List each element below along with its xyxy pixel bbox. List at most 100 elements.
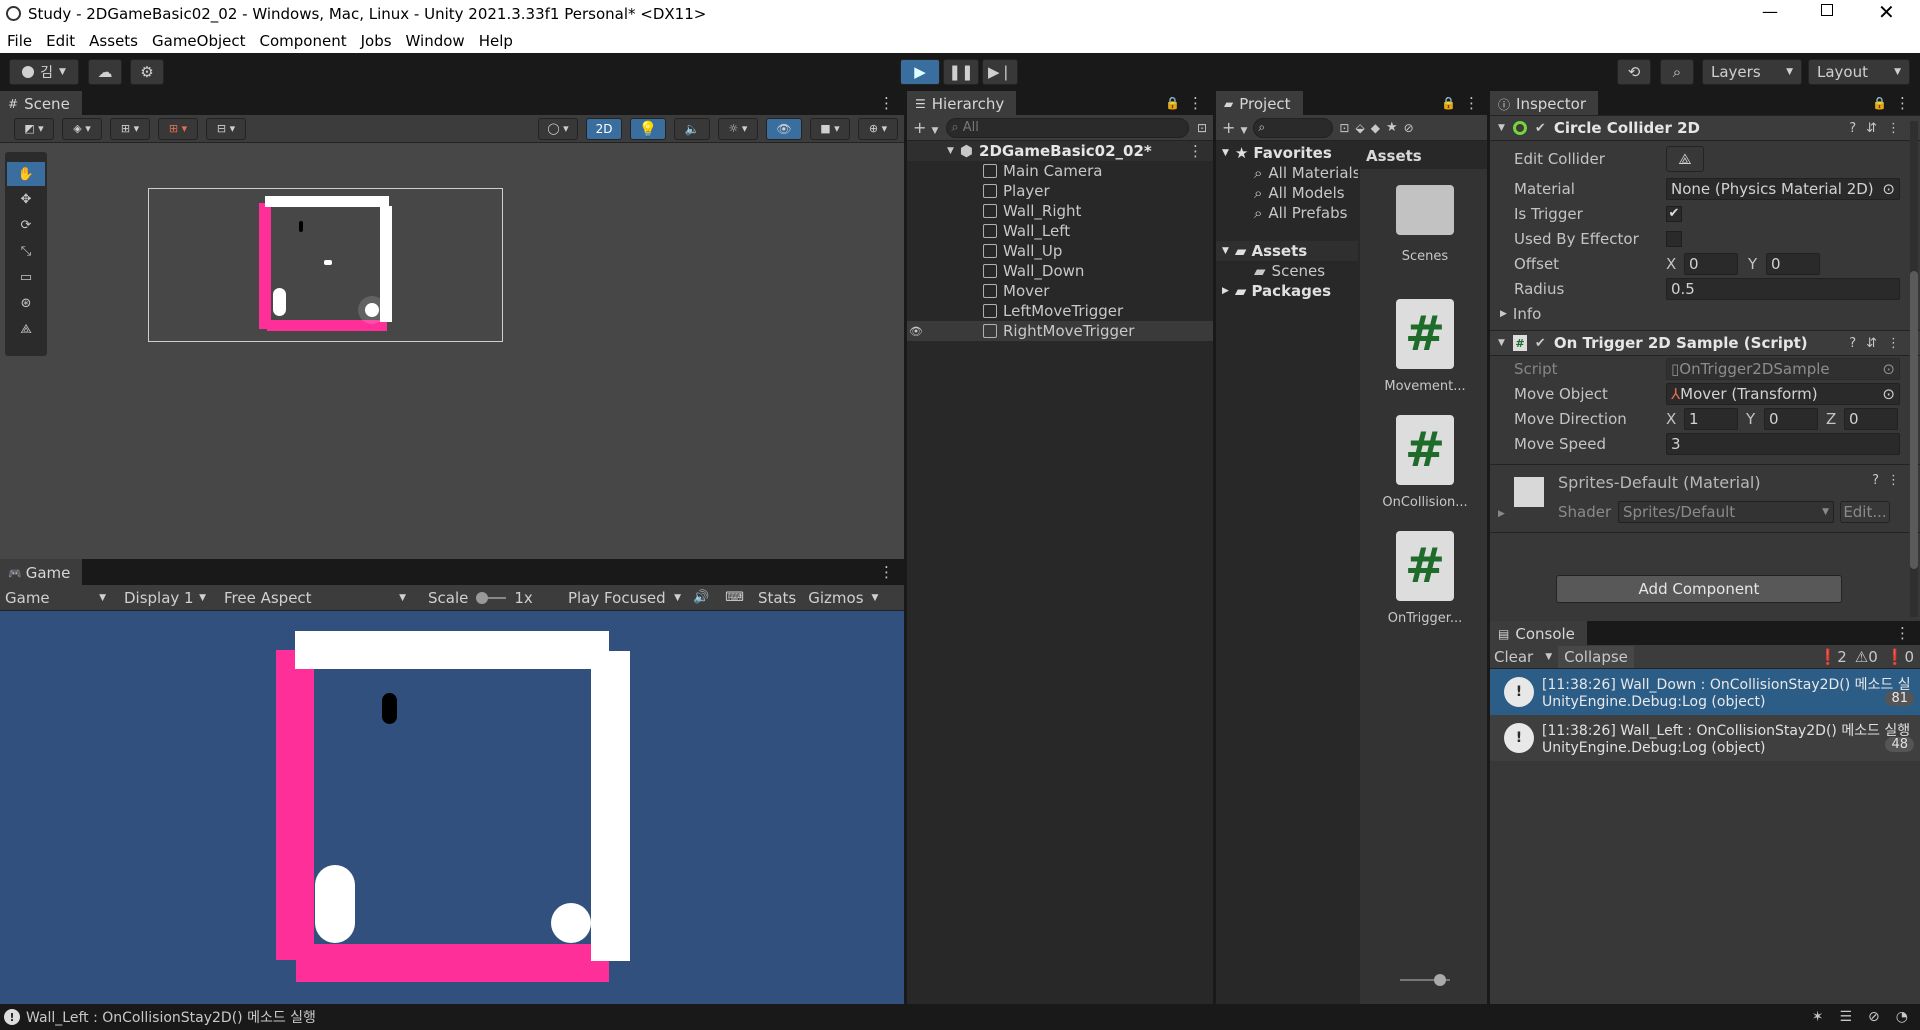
hand-tool-icon[interactable]: ✋ [7, 162, 45, 186]
camera-button[interactable]: ■ ▾ [810, 117, 850, 140]
icon-size-slider[interactable] [1400, 974, 1450, 986]
effects-button[interactable]: ☼ ▾ [718, 117, 758, 140]
tab-scene[interactable]: # Scene [0, 91, 82, 115]
scene-player[interactable] [273, 288, 286, 316]
align-button[interactable]: ⊟ ▾ [206, 117, 246, 140]
error-filter-toggle[interactable]: ❗0 [1886, 648, 1914, 666]
direction-y-field[interactable]: 0 [1764, 407, 1818, 430]
hidden-objects-button[interactable]: 👁 [766, 117, 802, 140]
scale-tool-icon[interactable]: ⤡ [7, 238, 45, 264]
shortcuts-icon[interactable]: ⌨ [725, 590, 744, 605]
asset-tile-oncollision-script[interactable]: # OnCollision... [1380, 415, 1470, 510]
transform-tool-icon[interactable]: ⊛ [7, 290, 45, 316]
favorite-all-models[interactable]: ⌕ All Models [1216, 183, 1358, 203]
favorite-all-prefabs[interactable]: ⌕ All Prefabs [1216, 203, 1358, 223]
mode-2d-button[interactable]: 2D [586, 117, 622, 140]
rotate-tool-icon[interactable]: ⟳ [7, 212, 45, 238]
status-message[interactable]: Wall_Left : OnCollisionStay2D() 메소드 실행 [26, 1007, 316, 1027]
game-wall-down[interactable] [296, 944, 609, 982]
console-entry[interactable]: ! [11:38:26] Wall_Down : OnCollisionStay… [1490, 669, 1920, 715]
component-enabled-checkbox[interactable]: ✔ [1535, 121, 1546, 136]
close-button[interactable]: ✕ [1878, 0, 1895, 24]
used-by-effector-checkbox[interactable] [1666, 230, 1682, 247]
increment-snap-button[interactable]: ⊞ ▾ [158, 117, 198, 140]
maximize-button[interactable] [1821, 4, 1833, 16]
mute-audio-icon[interactable]: 🔊 [693, 590, 709, 605]
scene-wall-right[interactable] [380, 206, 392, 322]
scenes-folder[interactable]: ▰ Scenes [1216, 261, 1358, 281]
label-icon[interactable]: ◆ [1371, 121, 1380, 135]
asset-tile-scenes[interactable]: Scenes [1380, 185, 1470, 264]
console-entry[interactable]: ! [11:38:26] Wall_Left : OnCollisionStay… [1490, 715, 1920, 761]
game-wall-left[interactable] [276, 650, 314, 960]
aspect-dropdown[interactable]: Free Aspect ▼ [212, 589, 412, 607]
material-field[interactable]: None (Physics Material 2D) ⊙ [1666, 177, 1900, 200]
stats-button[interactable]: Stats [758, 589, 796, 607]
scene-mover[interactable] [299, 221, 303, 232]
hierarchy-search-input[interactable]: ⌕ All [946, 117, 1189, 138]
direction-z-field[interactable]: 0 [1844, 407, 1898, 430]
scene-root[interactable]: ▼ ⬢ 2DGameBasic02_02* ⋮ [907, 141, 1213, 161]
play-focused-dropdown[interactable]: Play Focused ▼ [552, 589, 687, 607]
move-tool-icon[interactable]: ✥ [7, 186, 45, 212]
menu-help[interactable]: Help [479, 32, 513, 50]
gizmos-dropdown[interactable]: Gizmos [808, 589, 863, 607]
search-by-type-icon[interactable]: ⊡ [1339, 121, 1349, 135]
circle-collider-header[interactable]: ▼ ✔ Circle Collider 2D ?⇵⋮ [1490, 115, 1920, 141]
hierarchy-item-left-move-trigger[interactable]: LeftMoveTrigger [907, 301, 1213, 321]
asset-tile-ontrigger-script[interactable]: # OnTrigger... [1380, 531, 1470, 626]
lighting-button[interactable]: 💡 [630, 117, 666, 140]
collapse-toggle[interactable]: Collapse [1558, 645, 1634, 668]
assets-breadcrumb[interactable]: Assets [1360, 143, 1487, 169]
menu-gameobject[interactable]: GameObject [152, 32, 246, 50]
hierarchy-item-wall-up[interactable]: Wall_Up [907, 241, 1213, 261]
auto-generate-lighting-icon[interactable]: ✶ [1812, 1009, 1824, 1025]
game-wall-right[interactable] [591, 651, 630, 961]
menu-assets[interactable]: Assets [89, 32, 138, 50]
project-search-input[interactable]: ⌕ [1253, 117, 1334, 138]
shader-dropdown[interactable]: Sprites/Default ▼ [1618, 501, 1834, 523]
menu-jobs[interactable]: Jobs [361, 32, 392, 50]
edit-collider-button[interactable]: ⟁ [1666, 145, 1704, 172]
progress-icon[interactable]: ◔ [1896, 1009, 1908, 1025]
menu-window[interactable]: Window [406, 32, 465, 50]
lock-icon[interactable]: 🔒 [1441, 96, 1456, 110]
inspector-scrollbar[interactable] [1910, 121, 1918, 617]
scale-slider[interactable]: Scale 1x [412, 589, 552, 607]
hierarchy-item-right-move-trigger[interactable]: 👁 RightMoveTrigger [907, 321, 1213, 341]
component-enabled-checkbox[interactable]: ✔ [1535, 336, 1546, 351]
game-player[interactable] [315, 865, 355, 943]
scene-wall-left[interactable] [259, 203, 271, 329]
layout-dropdown[interactable]: Layout ▼ [1808, 59, 1910, 85]
render-mode-button[interactable]: ◈ ▾ [62, 117, 102, 140]
add-object-button[interactable]: + ▼ [913, 118, 938, 137]
lock-icon[interactable]: 🔒 [1872, 96, 1887, 110]
scene-wall-down[interactable] [267, 320, 387, 331]
tab-console[interactable]: ▤ Console [1490, 621, 1587, 645]
tab-project[interactable]: ▰ Project [1216, 91, 1303, 115]
cloud-button[interactable]: ☁ [88, 59, 122, 85]
filter-label-icon[interactable]: ⬙ [1355, 121, 1364, 135]
more-menu-icon[interactable]: ⋮ [879, 563, 894, 581]
tab-game[interactable]: 🎮 Game [0, 559, 83, 585]
step-button[interactable]: ▶❘ [982, 59, 1018, 85]
game-view-dropdown[interactable]: Game ▼ [0, 589, 112, 607]
minimize-button[interactable]: — [1762, 2, 1778, 21]
offset-x-field[interactable]: 0 [1684, 252, 1738, 275]
menu-edit[interactable]: Edit [46, 32, 75, 50]
play-button[interactable]: ▶ [900, 59, 940, 85]
history-button[interactable]: ⟲ [1617, 59, 1651, 85]
game-ball[interactable] [551, 903, 591, 943]
scene-ball[interactable] [365, 303, 379, 317]
shading-button[interactable]: ◯ ▾ [538, 117, 578, 140]
layers-dropdown[interactable]: Layers ▼ [1702, 59, 1802, 85]
custom-tool-icon[interactable]: ⟁ [7, 316, 45, 342]
hierarchy-item-wall-left[interactable]: Wall_Left [907, 221, 1213, 241]
menu-file[interactable]: File [7, 32, 32, 50]
hidden-packages-icon[interactable]: ⊘ [1404, 121, 1414, 135]
grid-snap-button[interactable]: ⊞ ▾ [110, 117, 150, 140]
draw-mode-button[interactable]: ◩ ▾ [14, 117, 54, 140]
visibility-eye-icon[interactable]: 👁 [909, 325, 923, 338]
asset-tile-movement-script[interactable]: # Movement... [1380, 299, 1470, 394]
object-picker-icon[interactable]: ⊙ [1882, 180, 1895, 198]
